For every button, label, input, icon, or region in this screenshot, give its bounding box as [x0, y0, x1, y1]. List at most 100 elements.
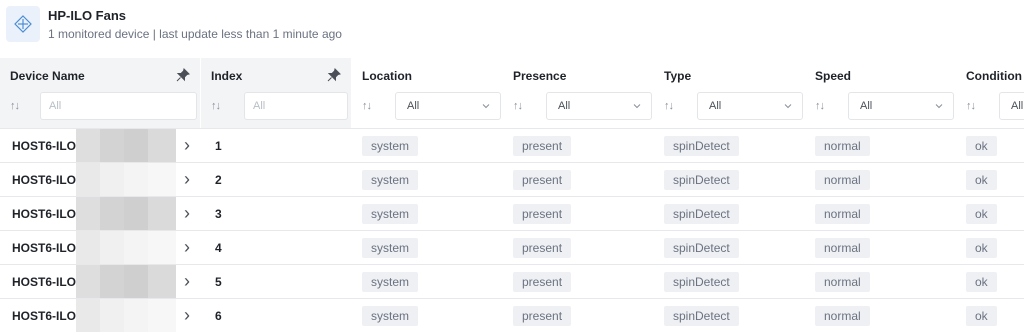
location-cell: system [352, 231, 502, 264]
presence-tag: present [513, 203, 572, 224]
condition-tag: ok [966, 169, 997, 190]
type-tag: spinDetect [664, 169, 739, 190]
location-tag: system [362, 203, 419, 224]
column-header-presence: Presence ↑↓ All [503, 58, 653, 128]
chevron-right-icon[interactable]: › [184, 163, 190, 196]
speed-tag: normal [815, 203, 870, 224]
location-cell: system [352, 129, 502, 162]
select-value: All [709, 100, 722, 112]
column-label-type[interactable]: Type [664, 69, 691, 83]
presence-cell: present [503, 197, 653, 230]
condition-tag: ok [966, 237, 997, 258]
widget-header: HP-ILO Fans 1 monitored device | last up… [0, 0, 1024, 52]
location-filter-select[interactable]: All [395, 92, 501, 120]
sort-icon[interactable]: ↑↓ [10, 100, 20, 112]
table-row[interactable]: HOST6-ILO › 2 system present spinDetect normal… [0, 162, 1024, 196]
chevron-right-icon[interactable]: › [184, 265, 190, 298]
sort-icon[interactable]: ↑↓ [211, 100, 221, 112]
redacted-hostname-block [76, 231, 176, 264]
column-label-speed[interactable]: Speed [815, 69, 851, 83]
chevron-right-icon[interactable]: › [184, 231, 190, 264]
pin-icon[interactable] [327, 68, 341, 82]
chevron-right-icon[interactable]: › [184, 197, 190, 230]
location-cell: system [352, 265, 502, 298]
condition-tag: ok [966, 271, 997, 292]
column-label-device-name[interactable]: Device Name [10, 69, 85, 83]
presence-tag: present [513, 169, 572, 190]
sort-icon[interactable]: ↑↓ [815, 100, 825, 112]
device-name[interactable]: HOST6-ILO [0, 309, 76, 323]
index-cell: 5 [201, 265, 351, 298]
table-row[interactable]: HOST6-ILO › 1 system present spinDetect normal… [0, 128, 1024, 162]
widget-title: HP-ILO Fans [48, 8, 127, 23]
device-name[interactable]: HOST6-ILO [0, 207, 76, 221]
type-tag: spinDetect [664, 271, 739, 292]
column-label-index[interactable]: Index [211, 69, 242, 83]
chevron-right-icon[interactable]: › [184, 299, 190, 332]
table-row[interactable]: HOST6-ILO › 3 system present spinDetect normal… [0, 196, 1024, 230]
widget-subtitle: 1 monitored device | last update less th… [48, 27, 342, 41]
fan-widget-icon [6, 6, 40, 42]
condition-filter-select[interactable]: All [999, 92, 1024, 120]
column-label-presence[interactable]: Presence [513, 69, 566, 83]
device-name-cell: HOST6-ILO › [0, 129, 200, 162]
type-cell: spinDetect [654, 163, 804, 196]
location-tag: system [362, 237, 419, 258]
type-cell: spinDetect [654, 265, 804, 298]
presence-tag: present [513, 135, 572, 156]
condition-cell: ok [956, 197, 1024, 230]
column-label-condition[interactable]: Condition [966, 69, 1022, 83]
fans-table: Device Name ↑↓ Index ↑↓ Location ↑↓ All [0, 58, 1024, 332]
type-filter-select[interactable]: All [697, 92, 803, 120]
device-name[interactable]: HOST6-ILO [0, 275, 76, 289]
device-name[interactable]: HOST6-ILO [0, 139, 76, 153]
device-name-cell: HOST6-ILO › [0, 163, 200, 196]
type-tag: spinDetect [664, 203, 739, 224]
condition-cell: ok [956, 299, 1024, 332]
index-value: 2 [215, 172, 222, 187]
table-row[interactable]: HOST6-ILO › 5 system present spinDetect normal… [0, 264, 1024, 298]
sort-icon[interactable]: ↑↓ [513, 100, 523, 112]
condition-cell: ok [956, 231, 1024, 264]
select-value: All [860, 100, 873, 112]
device-name[interactable]: HOST6-ILO [0, 241, 76, 255]
column-label-location[interactable]: Location [362, 69, 412, 83]
sort-icon[interactable]: ↑↓ [664, 100, 674, 112]
sort-icon[interactable]: ↑↓ [362, 100, 372, 112]
select-value: All [407, 100, 420, 112]
table-row[interactable]: HOST6-ILO › 6 system present spinDetect normal… [0, 298, 1024, 332]
presence-filter-select[interactable]: All [546, 92, 652, 120]
speed-cell: normal [805, 299, 955, 332]
chevron-down-icon [482, 104, 490, 109]
speed-cell: normal [805, 265, 955, 298]
speed-filter-select[interactable]: All [848, 92, 954, 120]
type-cell: spinDetect [654, 231, 804, 264]
type-tag: spinDetect [664, 305, 739, 326]
device-name-filter-input[interactable] [40, 92, 197, 120]
chevron-right-icon[interactable]: › [184, 129, 190, 162]
speed-tag: normal [815, 305, 870, 326]
device-name[interactable]: HOST6-ILO [0, 173, 76, 187]
presence-tag: present [513, 271, 572, 292]
redacted-hostname-block [76, 197, 176, 230]
sort-icon[interactable]: ↑↓ [966, 100, 976, 112]
index-filter-input[interactable] [244, 92, 348, 120]
index-cell: 6 [201, 299, 351, 332]
table-header: Device Name ↑↓ Index ↑↓ Location ↑↓ All [0, 58, 1024, 128]
table-row[interactable]: HOST6-ILO › 4 system present spinDetect normal… [0, 230, 1024, 264]
index-value: 4 [215, 240, 222, 255]
location-tag: system [362, 305, 419, 326]
presence-cell: present [503, 231, 653, 264]
type-cell: spinDetect [654, 197, 804, 230]
device-name-cell: HOST6-ILO › [0, 299, 200, 332]
location-cell: system [352, 197, 502, 230]
presence-tag: present [513, 305, 572, 326]
index-cell: 3 [201, 197, 351, 230]
index-cell: 1 [201, 129, 351, 162]
redacted-hostname-block [76, 129, 176, 162]
type-cell: spinDetect [654, 129, 804, 162]
location-tag: system [362, 169, 419, 190]
type-cell: spinDetect [654, 299, 804, 332]
presence-tag: present [513, 237, 572, 258]
pin-icon[interactable] [176, 68, 190, 82]
